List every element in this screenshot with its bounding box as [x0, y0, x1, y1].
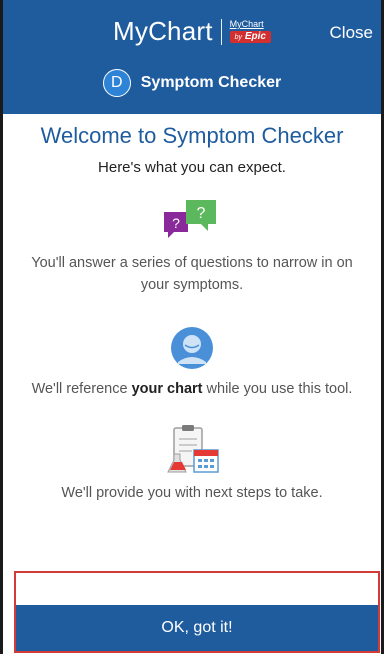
- person-avatar-icon: [3, 326, 381, 370]
- close-button[interactable]: Close: [330, 23, 373, 43]
- item-description-chart: We'll reference your chart while you use…: [31, 381, 353, 397]
- sub-header: D Symptom Checker: [3, 69, 381, 97]
- svg-text:?: ?: [197, 205, 206, 222]
- brand-divider: [220, 18, 222, 45]
- bottom-action-area: OK, got it!: [14, 571, 380, 653]
- ok-got-it-button[interactable]: OK, got it!: [16, 605, 378, 651]
- main-content: Welcome to Symptom Checker Here's what y…: [3, 114, 381, 504]
- clipboard-calendar-icon: [3, 424, 381, 474]
- question-bubbles-icon: ? ?: [3, 198, 381, 244]
- phone-screen: MyChart MyChart by Epic Close D Symptom …: [0, 0, 384, 654]
- item-description-next-steps: We'll provide you with next steps to tak…: [61, 485, 323, 501]
- page-title: Welcome to Symptom Checker: [40, 123, 344, 148]
- avatar: D: [102, 69, 131, 97]
- svg-text:?: ?: [172, 215, 180, 231]
- page-subtitle: Symptom Checker: [140, 74, 282, 91]
- mychart-logo-text: MyChart: [113, 16, 213, 46]
- page-intro: Here's what you can expect.: [98, 159, 286, 176]
- mychart-epic-logo: MyChart by Epic: [229, 20, 271, 43]
- item-description-questions: You'll answer a series of questions to n…: [31, 255, 353, 293]
- brand: MyChart MyChart by Epic: [3, 16, 381, 47]
- app-header: MyChart MyChart by Epic Close D Symptom …: [3, 0, 381, 114]
- emphasis-your-chart: your chart: [131, 381, 203, 397]
